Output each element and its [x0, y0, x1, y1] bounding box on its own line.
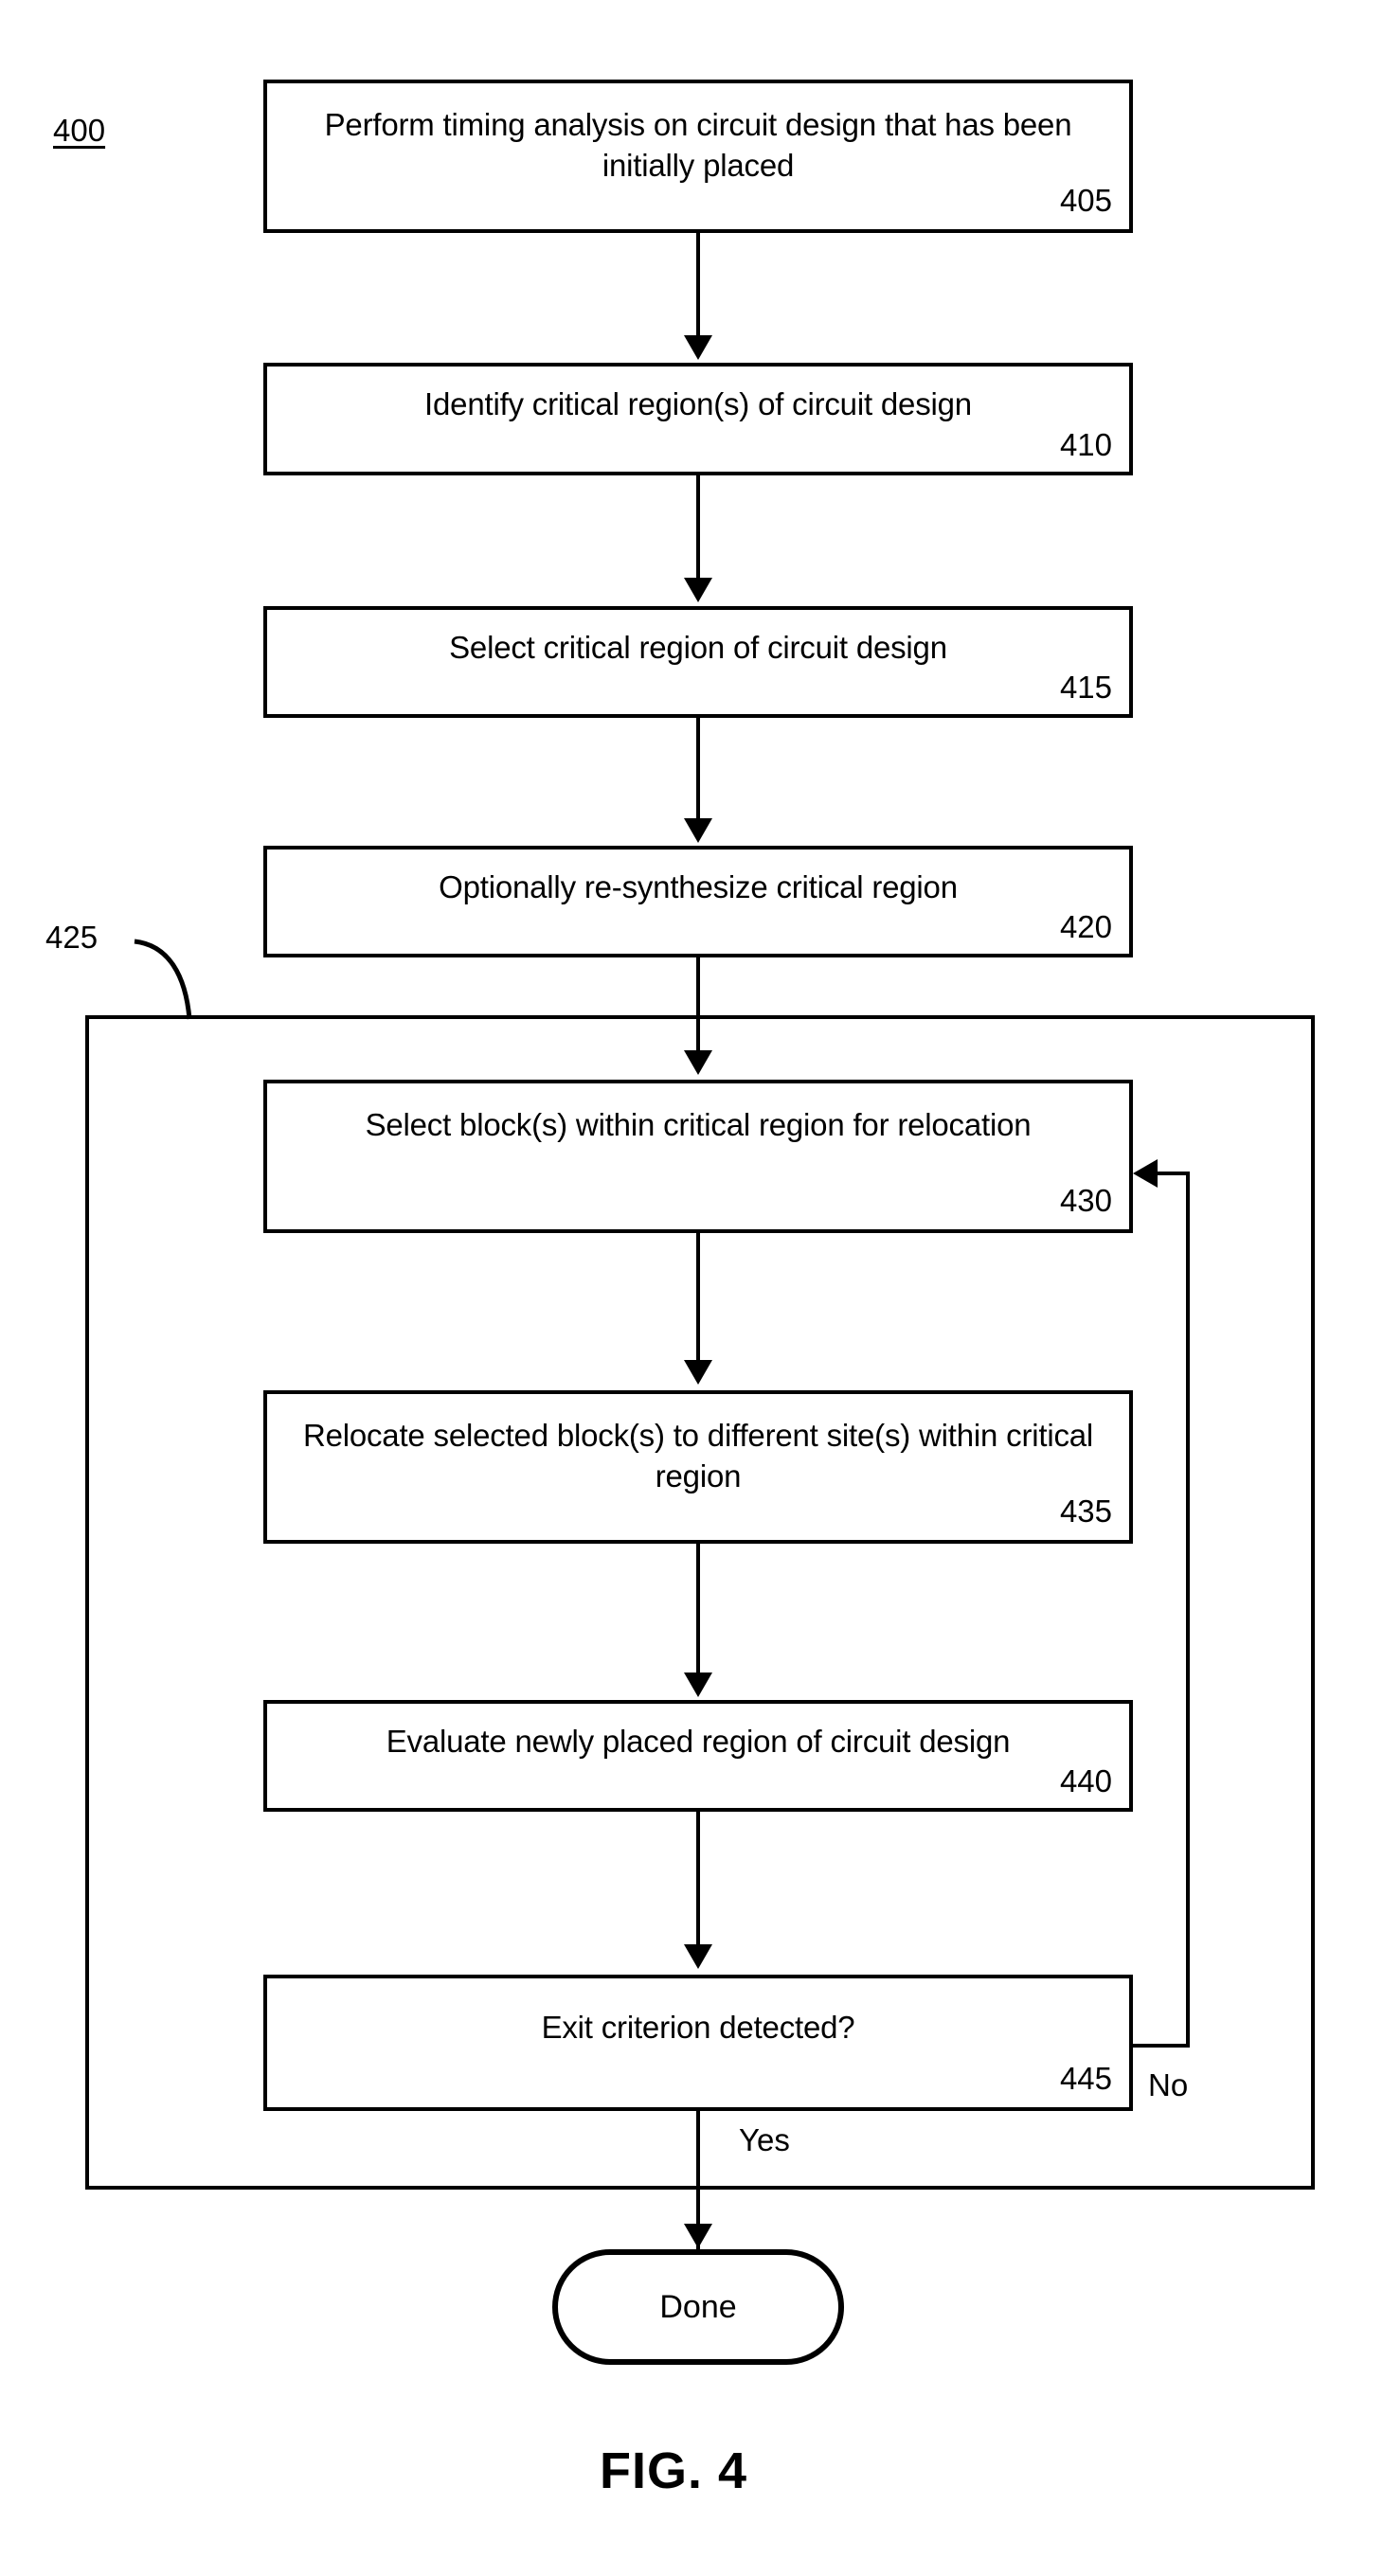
connector-405-410-arrowhead — [684, 335, 712, 360]
process-box-415-ref: 415 — [1059, 670, 1112, 705]
feedback-path-no-arrowhead — [1133, 1159, 1158, 1188]
process-box-415-text: Select critical region of circuit design — [449, 630, 947, 665]
connector-435-440-arrowhead — [684, 1673, 712, 1697]
decision-box-445-ref: 445 — [1059, 2061, 1112, 2096]
figure-caption: FIG. 4 — [600, 2442, 748, 2499]
process-box-440: Evaluate newly placed region of circuit … — [263, 1700, 1133, 1812]
process-box-435-ref: 435 — [1059, 1494, 1112, 1529]
exit-path-yes-arrowhead — [684, 2224, 712, 2248]
process-box-420-ref: 420 — [1059, 909, 1112, 944]
connector-430-435-arrowhead — [684, 1360, 712, 1385]
loop-reference-leader-line — [134, 939, 192, 1020]
connector-410-415-arrowhead — [684, 578, 712, 602]
connector-405-410 — [696, 233, 700, 337]
process-box-435: Relocate selected block(s) to different … — [263, 1390, 1133, 1544]
process-box-405-ref: 405 — [1059, 183, 1112, 218]
connector-435-440 — [696, 1544, 700, 1674]
process-box-440-ref: 440 — [1059, 1763, 1112, 1798]
branch-label-yes: Yes — [739, 2122, 790, 2157]
process-box-410-text: Identify critical region(s) of circuit d… — [424, 386, 972, 421]
figure-canvas: 400 Perform timing analysis on circuit d… — [0, 0, 1383, 2576]
connector-415-420 — [696, 718, 700, 820]
process-box-430-text: Select block(s) within critical region f… — [365, 1107, 1032, 1142]
connector-440-445 — [696, 1812, 700, 1946]
loop-reference-425: 425 — [45, 920, 99, 955]
process-box-405: Perform timing analysis on circuit desig… — [263, 80, 1133, 233]
feedback-path-no-segment-bottom — [1133, 2044, 1190, 2048]
terminator-done-label: Done — [659, 2288, 737, 2325]
process-box-435-text: Relocate selected block(s) to different … — [302, 1418, 1094, 1494]
connector-410-415 — [696, 475, 700, 580]
feedback-path-no-segment-vertical — [1186, 1172, 1190, 2048]
process-box-440-text: Evaluate newly placed region of circuit … — [386, 1724, 1011, 1759]
process-box-410: Identify critical region(s) of circuit d… — [263, 363, 1133, 475]
process-box-405-text: Perform timing analysis on circuit desig… — [324, 107, 1072, 183]
terminator-done: Done — [552, 2249, 844, 2365]
process-box-430: Select block(s) within critical region f… — [263, 1080, 1133, 1233]
connector-440-445-arrowhead — [684, 1944, 712, 1969]
decision-box-445-text: Exit criterion detected? — [541, 2010, 855, 2045]
process-box-420-text: Optionally re-synthesize critical region — [439, 869, 958, 904]
figure-reference-400: 400 — [53, 113, 106, 148]
decision-box-445: Exit criterion detected? 445 — [263, 1975, 1133, 2111]
process-box-415: Select critical region of circuit design… — [263, 606, 1133, 718]
process-box-410-ref: 410 — [1059, 427, 1112, 462]
process-box-430-ref: 430 — [1059, 1183, 1112, 1218]
process-box-420: Optionally re-synthesize critical region… — [263, 846, 1133, 957]
connector-415-420-arrowhead — [684, 818, 712, 843]
feedback-path-no-segment-top — [1158, 1172, 1190, 1175]
connector-430-435 — [696, 1233, 700, 1362]
branch-label-no: No — [1148, 2067, 1189, 2102]
